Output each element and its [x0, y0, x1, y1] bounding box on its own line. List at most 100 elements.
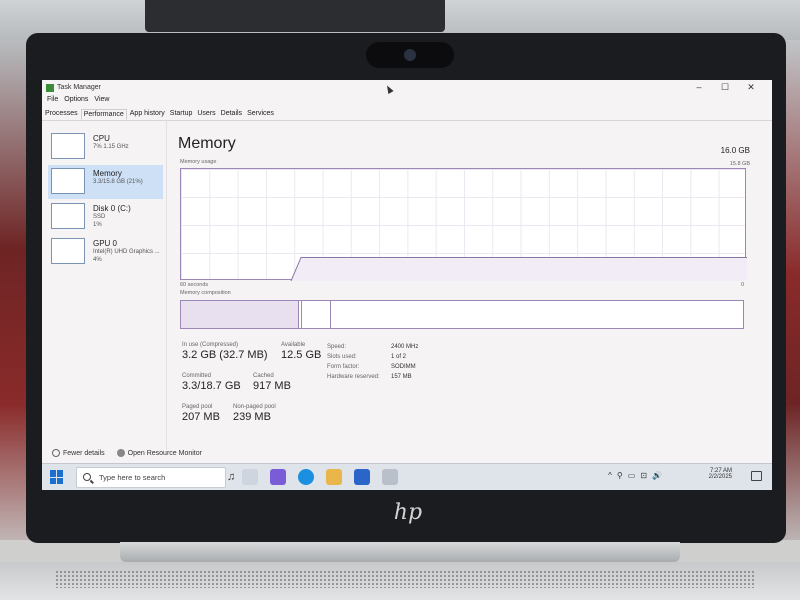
maximize-button[interactable]: ☐	[712, 82, 738, 93]
composition-label: Memory composition	[180, 290, 231, 296]
usage-graph-max: 15.8 GB	[729, 161, 750, 167]
task-manager-icon	[46, 84, 54, 92]
composition-standby	[303, 301, 331, 328]
fewer-details-icon	[52, 449, 60, 457]
perf-sidebar: CPU 7% 1.15 GHz Memory 3.3/15.8 GB (21%)…	[48, 130, 166, 410]
tab-services[interactable]: Services	[245, 109, 276, 120]
stat-available: Available 12.5 GB	[281, 342, 321, 361]
stat-in-use: In use (Compressed) 3.2 GB (32.7 MB)	[182, 342, 268, 361]
outlook-icon[interactable]	[354, 469, 370, 485]
sidebar-item-cpu[interactable]: CPU 7% 1.15 GHz	[48, 130, 163, 164]
sidebar-item-label: CPU	[93, 134, 110, 143]
tray-battery-icon[interactable]: ▭	[628, 471, 636, 480]
menu-options[interactable]: Options	[64, 96, 88, 107]
start-tile	[50, 470, 56, 477]
file-explorer-icon[interactable]	[326, 469, 342, 485]
cpu-thumbnail-graph	[51, 133, 85, 159]
detail-value: SODIMM	[391, 364, 416, 370]
stat-value: 3.2 GB (32.7 MB)	[182, 349, 268, 361]
window-title: Task Manager	[57, 84, 101, 91]
tab-performance[interactable]: Performance	[80, 109, 127, 120]
screen: Task Manager – ☐ ✕ File Options View Pro…	[42, 80, 772, 490]
task-manager-taskbar-icon[interactable]	[382, 469, 398, 485]
detail-label: Speed:	[327, 344, 347, 350]
sidebar-item-gpu[interactable]: GPU 0 Intel(R) UHD Graphics ... 4%	[48, 235, 163, 269]
stat-label: In use (Compressed)	[182, 342, 239, 348]
taskbar-search[interactable]: Type here to search ♫	[76, 467, 235, 488]
tab-users[interactable]: Users	[195, 109, 217, 120]
webcam-icon	[366, 42, 454, 68]
usage-graph-label: Memory usage	[180, 159, 217, 165]
taskbar-clock[interactable]: 7:27 AM 2/2/2025	[709, 468, 732, 480]
minimize-button[interactable]: –	[686, 82, 712, 93]
speaker-grille	[55, 570, 755, 588]
stat-nonpaged-pool: Non-paged pool 239 MB	[233, 404, 276, 423]
detail-label: Slots used:	[327, 354, 357, 360]
search-placeholder: Type here to search	[99, 473, 166, 482]
memory-panel: Memory 16.0 GB Memory usage 15.8 GB 60 s…	[178, 130, 768, 450]
stat-value: 239 MB	[233, 411, 271, 423]
start-button[interactable]	[50, 470, 64, 484]
start-tile	[57, 477, 63, 484]
open-resource-monitor-link[interactable]: Open Resource Monitor	[116, 449, 202, 457]
open-resource-monitor-label: Open Resource Monitor	[127, 449, 202, 457]
menu-file[interactable]: File	[47, 96, 58, 107]
copilot-icon[interactable]	[270, 469, 286, 485]
notification-icon[interactable]	[751, 471, 762, 481]
stat-label: Paged pool	[182, 404, 213, 410]
memory-usage-graph	[180, 168, 747, 281]
close-button[interactable]: ✕	[738, 82, 764, 93]
start-tile	[57, 470, 63, 477]
fewer-details-link[interactable]: Fewer details	[63, 450, 105, 457]
tab-details[interactable]: Details	[219, 109, 244, 120]
start-tile	[50, 477, 56, 484]
tray-network-icon[interactable]: ⊡	[640, 471, 647, 480]
detail-value: 2400 MHz	[391, 344, 419, 350]
stat-label: Non-paged pool	[233, 404, 276, 410]
menu-view[interactable]: View	[94, 96, 109, 107]
sidebar-item-detail: Intel(R) UHD Graphics ...	[93, 249, 160, 255]
edge-icon[interactable]	[298, 469, 314, 485]
stat-label: Committed	[182, 373, 212, 379]
graph-time-right: 0	[740, 282, 744, 288]
detail-label: Form factor:	[327, 364, 360, 370]
stat-value: 3.3/18.7 GB	[182, 380, 241, 392]
memory-total: 16.0 GB	[720, 146, 750, 155]
tab-app-history[interactable]: App history	[128, 109, 167, 120]
resource-monitor-icon	[116, 449, 125, 457]
memory-thumbnail-graph	[51, 168, 85, 194]
system-tray: ^ ⚲ ▭ ⊡ 🔊	[608, 471, 662, 480]
tab-processes[interactable]: Processes	[43, 109, 80, 120]
disk-thumbnail-graph	[51, 203, 85, 229]
search-highlight-icon: ♫	[227, 471, 236, 483]
stat-label: Available	[281, 342, 306, 348]
task-view-icon[interactable]	[242, 469, 258, 485]
sidebar-item-detail: SSD	[93, 214, 106, 220]
sidebar-item-disk[interactable]: Disk 0 (C:) SSD 1%	[48, 200, 163, 234]
usage-area	[291, 257, 747, 281]
graph-time-left: 60 seconds	[180, 282, 209, 288]
tray-chevron-icon[interactable]: ^	[608, 471, 612, 480]
footer: Fewer details Open Resource Monitor	[52, 447, 202, 459]
tray-location-icon[interactable]: ⚲	[617, 471, 623, 480]
sidebar-item-detail: 3.3/15.8 GB (21%)	[93, 179, 143, 185]
tray-volume-icon[interactable]: 🔊	[652, 471, 662, 480]
clock-date: 2/2/2025	[708, 474, 732, 480]
usage-graph-svg	[290, 256, 747, 281]
stat-cached: Cached 917 MB	[253, 373, 291, 392]
title-bar[interactable]: Task Manager – ☐ ✕	[42, 80, 772, 96]
sidebar-item-memory[interactable]: Memory 3.3/15.8 GB (21%)	[48, 165, 163, 199]
sidebar-divider	[166, 120, 167, 450]
laptop-hinge	[120, 542, 680, 562]
sidebar-item-usage: 4%	[93, 257, 102, 263]
sidebar-item-label: Disk 0 (C:)	[93, 204, 131, 213]
stat-label: Cached	[253, 373, 274, 379]
page-title: Memory	[178, 135, 236, 152]
stat-value: 12.5 GB	[281, 349, 322, 361]
menu-bar: File Options View	[44, 96, 112, 107]
detail-value: 1 of 2	[391, 354, 407, 360]
tab-startup[interactable]: Startup	[168, 109, 195, 120]
stat-committed: Committed 3.3/18.7 GB	[182, 373, 241, 392]
tab-bar: Processes Performance App history Startu…	[42, 109, 772, 121]
memory-composition-bar	[180, 300, 744, 329]
